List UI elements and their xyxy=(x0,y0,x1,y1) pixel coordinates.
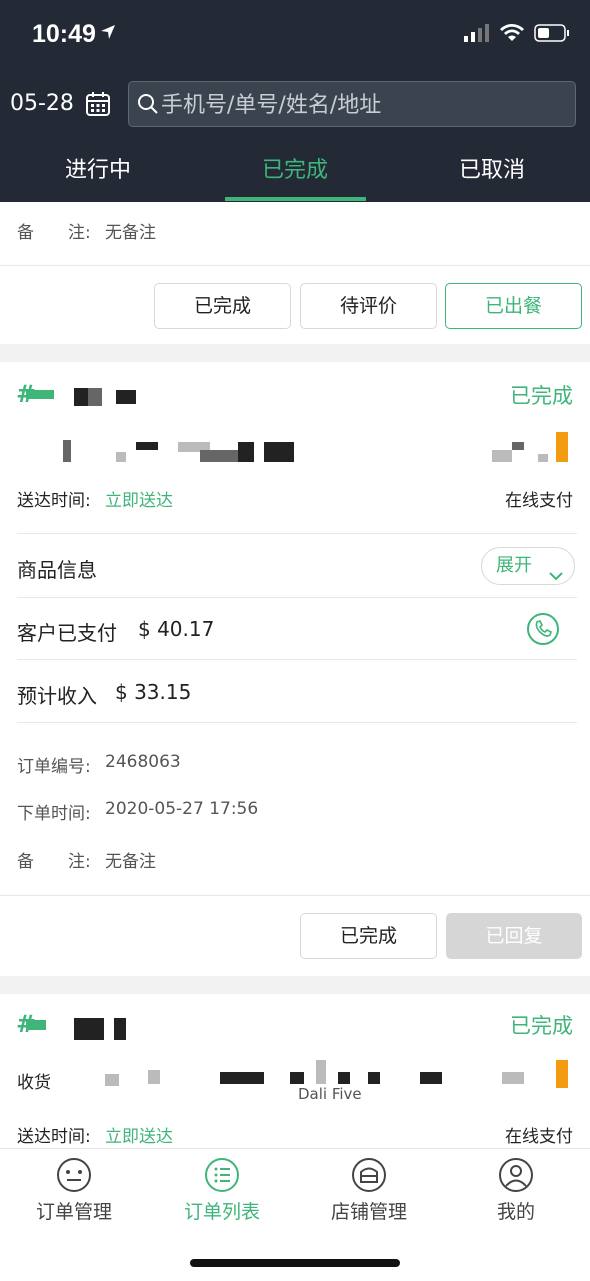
customer-paid-value: $ 40.17 xyxy=(138,617,215,641)
remark-value: 无备注 xyxy=(105,852,156,872)
delivery-time-label: 送达时间: xyxy=(17,1127,91,1147)
redacted-block xyxy=(220,1072,264,1084)
delivery-time-value: 立即送达 xyxy=(105,1127,173,1147)
search-input[interactable] xyxy=(159,90,563,120)
tab-cancelled[interactable]: 已取消 xyxy=(422,152,562,184)
redacted-order-number xyxy=(26,390,54,399)
phone-icon[interactable] xyxy=(526,612,560,650)
location-arrow-icon xyxy=(100,24,116,44)
previous-order-card: 备 注: 无备注 已完成 待评价 已出餐 xyxy=(0,202,590,344)
divider xyxy=(17,722,577,723)
redacted-block xyxy=(290,1072,304,1084)
redacted-block xyxy=(116,452,126,462)
redacted-block xyxy=(63,440,71,462)
replied-button: 已回复 xyxy=(446,913,582,959)
payment-method: 在线支付 xyxy=(505,1127,573,1147)
completed-button[interactable]: 已完成 xyxy=(300,913,437,959)
order-card: # 已完成 送达时间: 立即送达 在线支付 商品信息 展开 客户已支付 $ 40… xyxy=(0,362,590,976)
delivery-time-label: 送达时间: xyxy=(17,491,91,511)
divider xyxy=(0,895,590,896)
redacted-order-number xyxy=(26,1020,46,1030)
redacted-block xyxy=(420,1072,442,1084)
divider xyxy=(17,533,577,534)
divider xyxy=(0,265,590,266)
header: 10:49 05-28 进行中 已完成 已取消 xyxy=(0,0,590,202)
tab-label: 订单列表 xyxy=(183,1201,260,1223)
tab-label: 我的 xyxy=(496,1201,535,1223)
redacted-block xyxy=(148,1070,160,1084)
redacted-block xyxy=(136,442,158,450)
customer-paid-label: 客户已支付 xyxy=(17,621,117,645)
expand-label: 展开 xyxy=(496,555,532,576)
remark-label: 备 注: xyxy=(17,852,91,872)
tab-in-progress[interactable]: 进行中 xyxy=(28,152,168,184)
map-pin-icon xyxy=(556,432,568,462)
expand-button[interactable]: 展开 xyxy=(481,547,575,585)
date-selector[interactable]: 05-28 xyxy=(10,91,74,116)
redacted-block xyxy=(88,388,102,406)
tab-label: 店铺管理 xyxy=(330,1201,407,1223)
wifi-icon xyxy=(500,24,524,41)
completed-button[interactable]: 已完成 xyxy=(154,283,291,329)
redacted-block xyxy=(338,1072,350,1084)
tab-order-management[interactable]: 订单管理 xyxy=(0,1157,148,1224)
order-status: 已完成 xyxy=(510,384,573,408)
receiver-label: 收货 xyxy=(17,1073,51,1093)
redacted-block xyxy=(74,1018,104,1040)
tab-me[interactable]: 我的 xyxy=(442,1157,590,1224)
tab-order-list[interactable]: 订单列表 xyxy=(148,1157,296,1224)
redacted-block xyxy=(200,450,238,462)
list-icon xyxy=(205,1158,239,1192)
redacted-block xyxy=(316,1060,326,1084)
meal-ready-button[interactable]: 已出餐 xyxy=(445,283,582,329)
tab-shop-management[interactable]: 店铺管理 xyxy=(295,1157,443,1224)
redacted-block xyxy=(368,1072,380,1084)
home-indicator xyxy=(190,1259,400,1267)
battery-icon xyxy=(534,24,569,42)
active-tab-indicator xyxy=(225,197,366,201)
redacted-block xyxy=(264,442,294,462)
tab-completed[interactable]: 已完成 xyxy=(225,152,365,184)
order-time-label: 下单时间: xyxy=(17,804,91,824)
order-no-value: 2468063 xyxy=(105,752,181,772)
tab-label: 订单管理 xyxy=(35,1201,112,1223)
next-order-card: # 已完成 收货 Dali Five 送达时间: 立即送达 在线支付 xyxy=(0,994,590,1154)
cellular-signal-icon xyxy=(464,24,489,42)
smile-icon xyxy=(57,1158,91,1192)
calendar-icon[interactable] xyxy=(86,92,110,120)
redacted-block xyxy=(502,1072,524,1084)
remark-label: 备 注: xyxy=(17,223,91,243)
remark-value: 无备注 xyxy=(105,223,156,243)
divider xyxy=(17,659,577,660)
chevron-down-icon xyxy=(548,559,564,595)
user-icon xyxy=(499,1158,533,1192)
search-box[interactable] xyxy=(128,81,576,127)
redacted-block xyxy=(116,390,136,404)
partial-address-text: Dali Five xyxy=(298,1085,362,1103)
payment-method: 在线支付 xyxy=(505,491,573,511)
divider xyxy=(17,597,577,598)
redacted-block xyxy=(114,1018,126,1040)
redacted-block xyxy=(238,442,254,462)
order-no-label: 订单编号: xyxy=(17,757,91,777)
order-time-value: 2020-05-27 17:56 xyxy=(105,799,259,819)
redacted-block xyxy=(512,442,524,450)
status-time: 10:49 xyxy=(32,20,96,48)
search-icon xyxy=(137,93,159,119)
goods-info-label: 商品信息 xyxy=(17,558,97,582)
delivery-time-value: 立即送达 xyxy=(105,491,173,511)
redacted-block xyxy=(74,388,88,406)
status-icons xyxy=(464,24,570,42)
estimated-income-value: $ 33.15 xyxy=(115,680,192,704)
shop-icon xyxy=(352,1158,386,1192)
redacted-block xyxy=(538,454,548,462)
estimated-income-label: 预计收入 xyxy=(17,684,97,708)
order-status: 已完成 xyxy=(510,1014,573,1038)
to-be-reviewed-button[interactable]: 待评价 xyxy=(300,283,437,329)
redacted-block xyxy=(492,450,512,462)
map-pin-icon xyxy=(556,1060,568,1088)
redacted-block xyxy=(105,1074,119,1086)
